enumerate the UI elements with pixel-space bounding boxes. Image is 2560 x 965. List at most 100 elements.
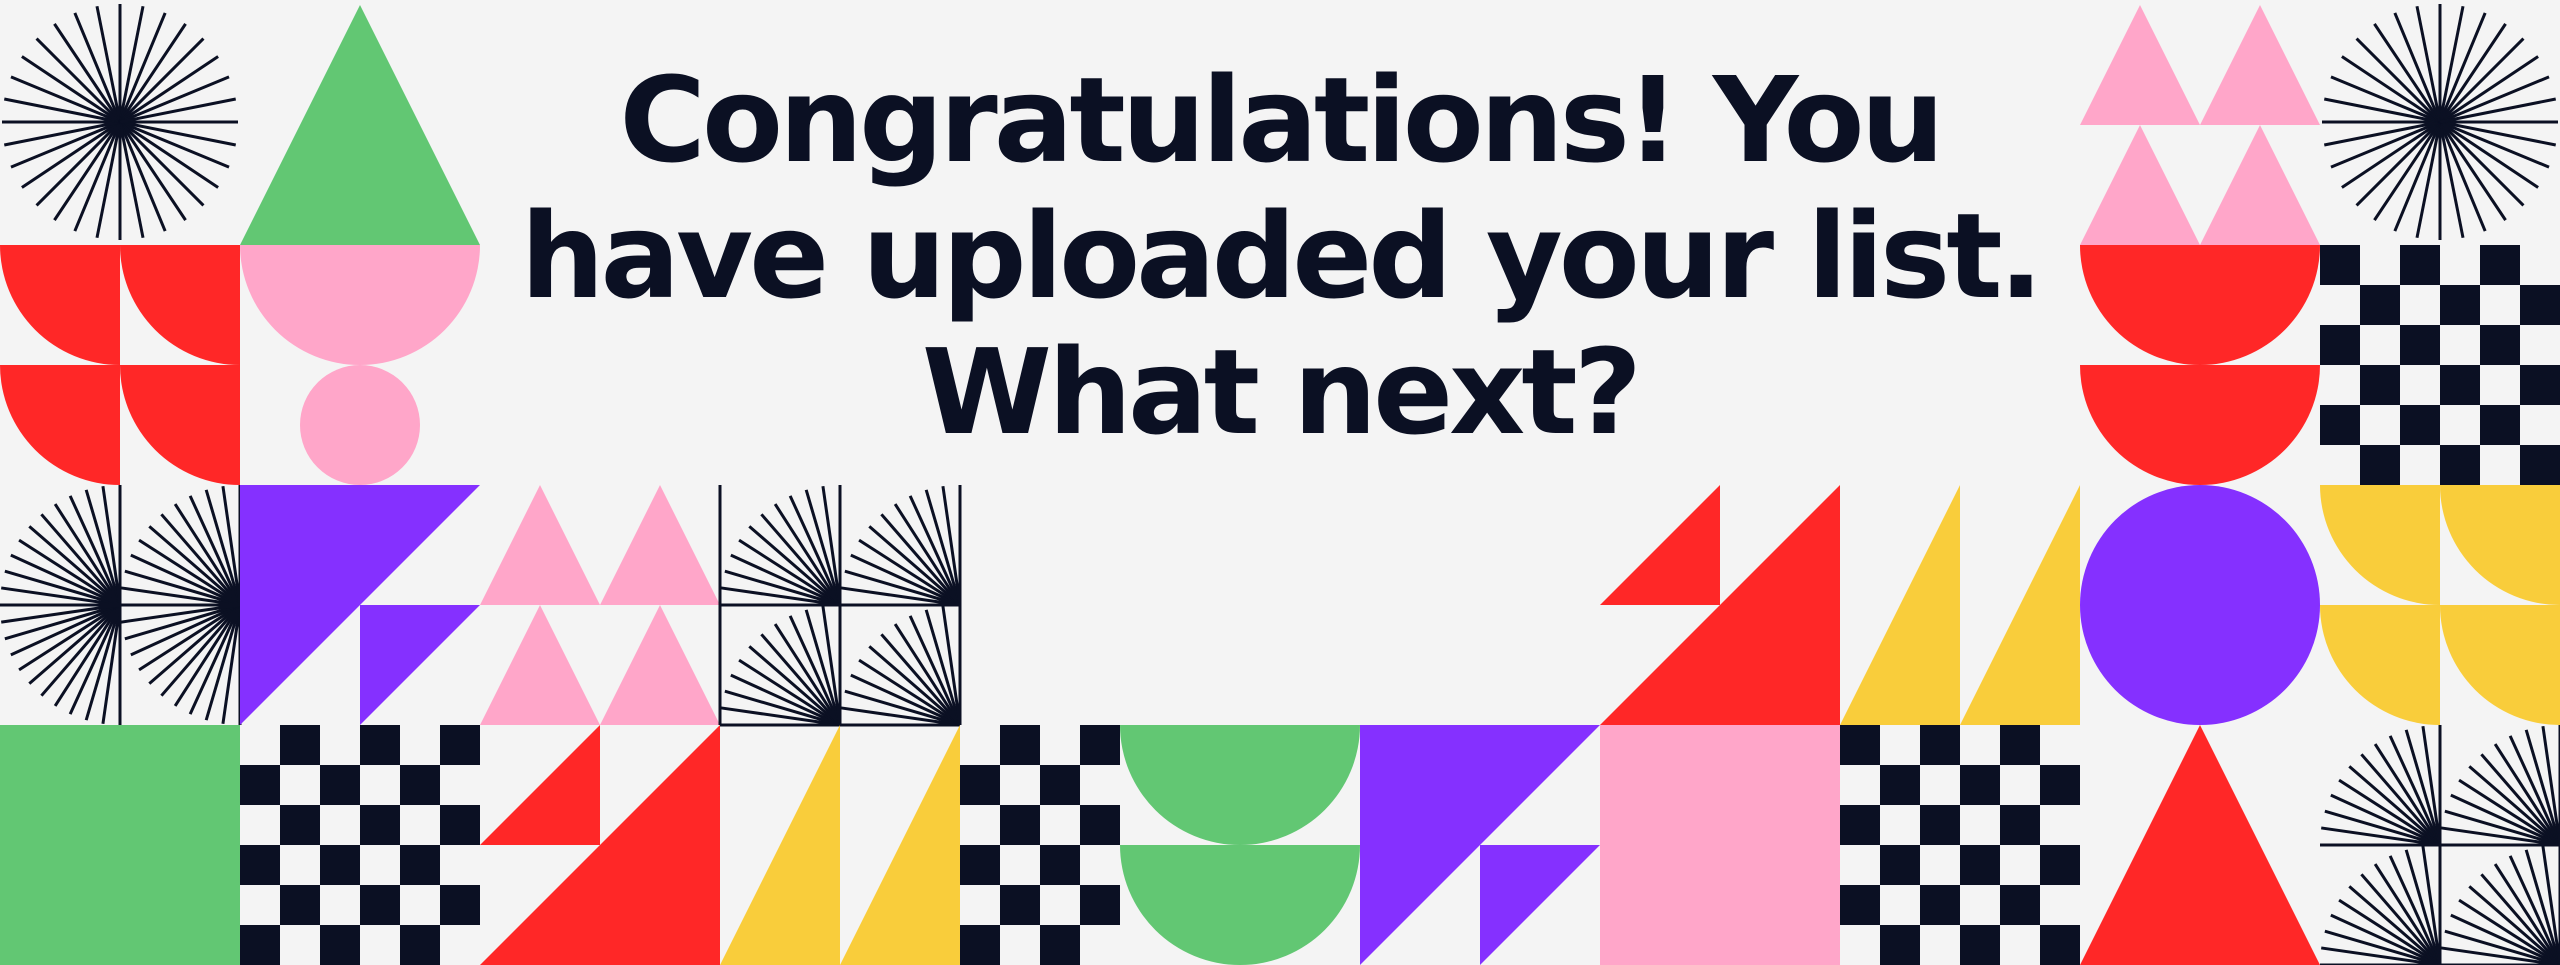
checker-square <box>1040 845 1080 885</box>
checker-square <box>1040 925 1080 965</box>
sunburst-icon <box>0 603 122 725</box>
checker-square <box>400 765 440 805</box>
checker-square <box>2040 765 2080 805</box>
checker-square <box>1840 725 1880 765</box>
sunburst-icon <box>2440 845 2560 965</box>
triangle-shape <box>240 5 480 245</box>
checker-square <box>1960 925 2000 965</box>
circle-shape <box>300 365 420 485</box>
checker-square <box>400 845 440 885</box>
checker-square <box>2440 285 2480 325</box>
checker-square <box>960 845 1000 885</box>
checker-square <box>2480 405 2520 445</box>
triangle-shape <box>480 605 600 725</box>
checker-square <box>1920 725 1960 765</box>
quarter-circle-shape <box>2320 605 2440 725</box>
triangle-shape <box>1600 485 1720 605</box>
checker-square <box>1880 845 1920 885</box>
semicircle-shape <box>1120 725 1360 845</box>
triangle-shape <box>720 725 840 965</box>
sunburst-icon <box>2 4 238 240</box>
triangle-shape <box>2080 5 2200 125</box>
checker-square <box>2360 285 2400 325</box>
sunburst-icon <box>840 605 962 727</box>
checker-square <box>1040 765 1080 805</box>
checker-square <box>240 765 280 805</box>
triangle-shape <box>1480 845 1600 965</box>
checker-square <box>2320 245 2360 285</box>
checker-square <box>1880 925 1920 965</box>
sunburst-icon <box>120 485 242 607</box>
checker-square <box>2360 365 2400 405</box>
checker-square <box>2360 445 2400 485</box>
semicircle-shape <box>2080 245 2320 365</box>
checker-square <box>2000 725 2040 765</box>
checker-square <box>2320 405 2360 445</box>
checker-square <box>440 805 480 845</box>
checker-square <box>440 725 480 765</box>
checker-square <box>2400 325 2440 365</box>
checker-square <box>2480 325 2520 365</box>
checker-square <box>1840 885 1880 925</box>
checker-square <box>960 765 1000 805</box>
circle-shape <box>2080 485 2320 725</box>
headline-line-1: Congratulations! You <box>619 51 1944 189</box>
checker-square <box>320 765 360 805</box>
quarter-circle-shape <box>2440 605 2560 725</box>
checker-square <box>2440 365 2480 405</box>
checker-square <box>280 885 320 925</box>
sunburst-icon <box>120 603 242 725</box>
checker-square <box>1000 805 1040 845</box>
checker-square <box>960 925 1000 965</box>
sunburst-icon <box>2322 4 2558 240</box>
triangle-shape <box>600 605 720 725</box>
checker-square <box>360 885 400 925</box>
checker-square <box>1960 765 2000 805</box>
semicircle-shape <box>240 245 480 365</box>
checker-square <box>2440 445 2480 485</box>
triangle-shape <box>1960 485 2080 725</box>
quarter-circle-shape <box>0 365 120 485</box>
headline-line-2: have uploaded your list. <box>520 187 2044 325</box>
triangle-shape <box>2200 125 2320 245</box>
sunburst-icon <box>720 605 842 727</box>
checker-square <box>440 885 480 925</box>
checker-square <box>2480 245 2520 285</box>
checker-square <box>2040 925 2080 965</box>
quarter-circle-shape <box>120 245 240 365</box>
checker-square <box>2520 285 2560 325</box>
checker-square <box>1880 765 1920 805</box>
square-shape <box>0 725 240 965</box>
square-shape <box>1600 725 1840 965</box>
sunburst-icon <box>2320 725 2442 847</box>
checker-square <box>1000 725 1040 765</box>
checker-square <box>360 805 400 845</box>
triangle-shape <box>840 725 960 965</box>
checker-square <box>1960 845 2000 885</box>
checker-square <box>320 845 360 885</box>
semicircle-shape <box>1120 845 1360 965</box>
sunburst-icon <box>720 485 842 607</box>
checker-square <box>1080 805 1120 845</box>
triangle-shape <box>1840 485 1960 725</box>
quarter-circle-shape <box>2440 485 2560 605</box>
triangle-shape <box>600 485 720 605</box>
checker-square <box>2400 245 2440 285</box>
checker-square <box>320 925 360 965</box>
sunburst-icon <box>2320 845 2442 965</box>
triangle-shape <box>480 485 600 605</box>
checker-square <box>280 725 320 765</box>
triangle-shape <box>2080 725 2320 965</box>
sunburst-icon <box>840 485 962 607</box>
triangle-shape <box>480 725 600 845</box>
checker-square <box>1920 805 1960 845</box>
checker-square <box>2520 365 2560 405</box>
checker-square <box>1920 885 1960 925</box>
headline: Congratulations! You have uploaded your … <box>480 52 2080 460</box>
checker-square <box>1080 885 1120 925</box>
quarter-circle-shape <box>2320 485 2440 605</box>
triangle-shape <box>2200 5 2320 125</box>
sunburst-icon <box>0 485 122 607</box>
checker-square <box>1080 725 1120 765</box>
checker-square <box>2000 805 2040 845</box>
